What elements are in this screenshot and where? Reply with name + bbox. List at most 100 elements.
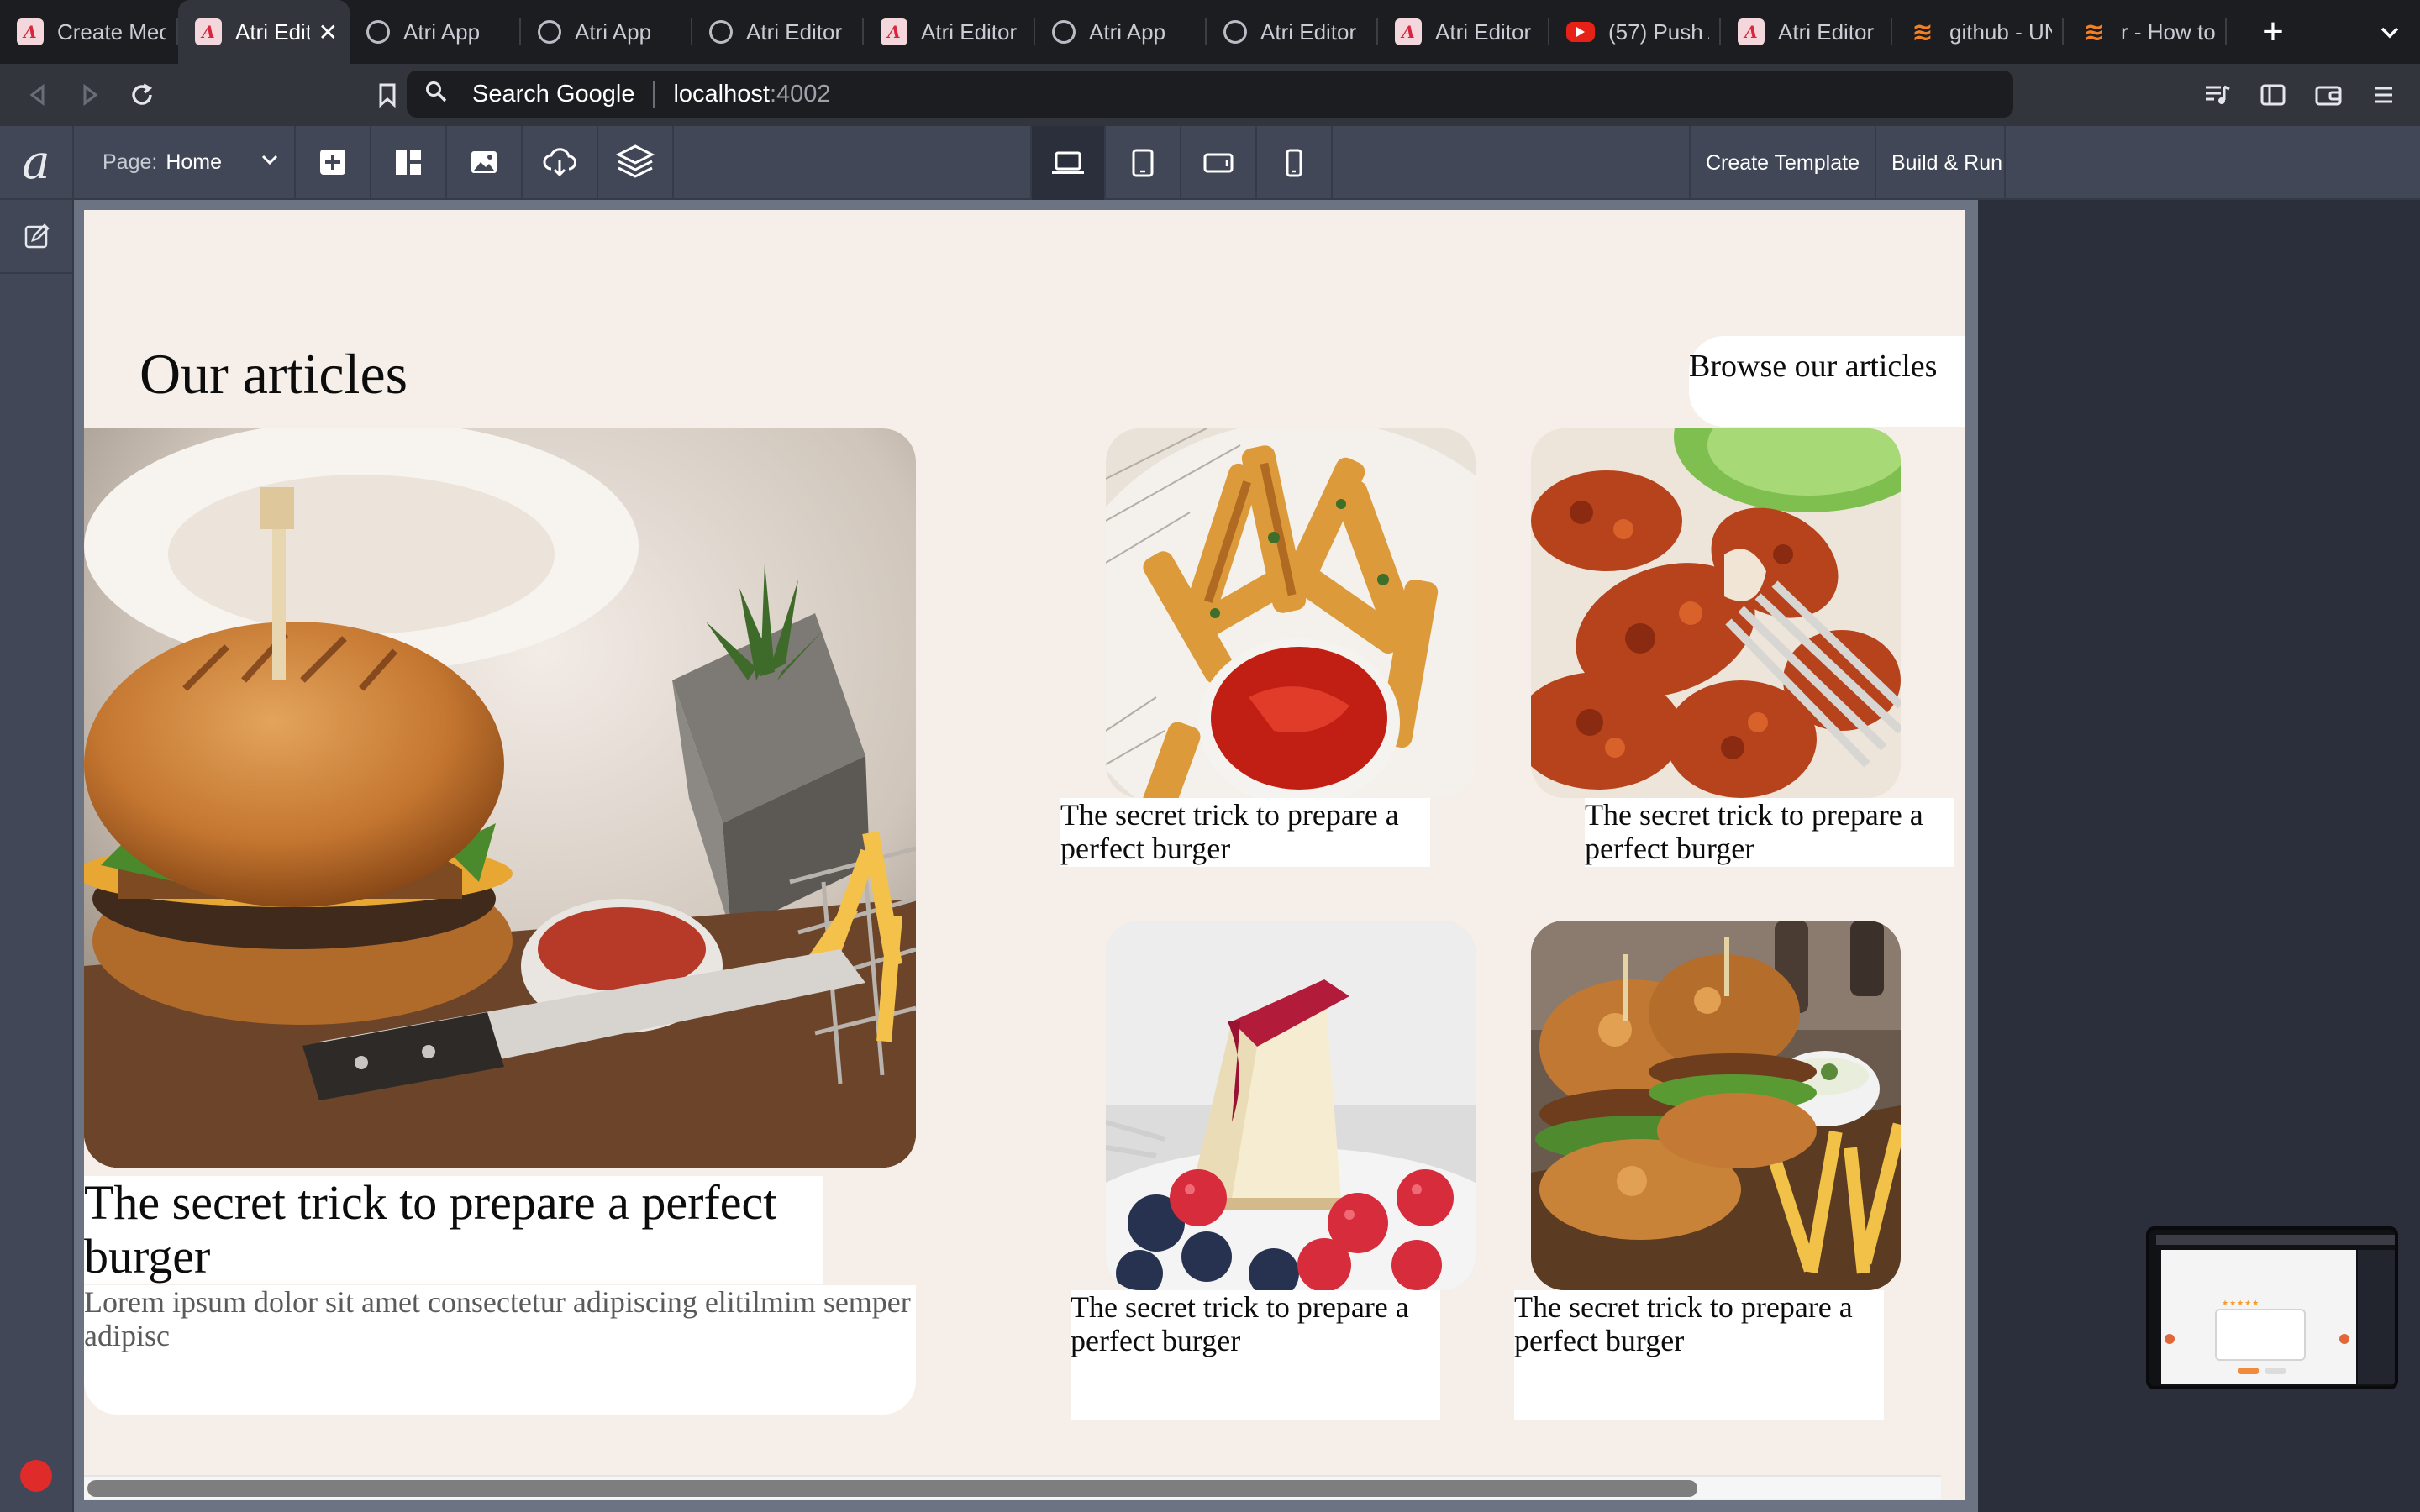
globe-favicon-icon: [538, 20, 561, 44]
tab-label: Atri Editor: [746, 18, 843, 45]
browser-tab[interactable]: A Atri Editor: [1378, 0, 1549, 64]
create-template-button[interactable]: Create Template: [1689, 126, 1875, 200]
tab-label: Atri App: [575, 18, 652, 45]
mobile-view-button[interactable]: [1257, 126, 1333, 200]
article-card-image[interactable]: [1531, 921, 1901, 1290]
chevron-down-icon: [260, 150, 279, 174]
back-icon[interactable]: [12, 64, 64, 126]
horizontal-scrollbar-thumb[interactable]: [87, 1480, 1697, 1497]
browser-tab-strip: A Create Med A Atri Edit ✕ Atri App Atri…: [0, 0, 2420, 64]
browser-tab[interactable]: Atri App: [521, 0, 692, 64]
url-port: :4002: [769, 80, 831, 108]
omnibox[interactable]: Search Google localhost:4002: [407, 71, 2013, 118]
add-icon: [320, 150, 345, 175]
browser-tab[interactable]: Atri Editor: [692, 0, 864, 64]
left-rail: [0, 200, 74, 1512]
globe-favicon-icon: [709, 20, 733, 44]
article-card-image[interactable]: [1106, 921, 1476, 1290]
article-card-image[interactable]: [1531, 428, 1901, 798]
article-card-caption[interactable]: The secret trick to prepare a perfect bu…: [1585, 798, 1954, 867]
featured-article-image[interactable]: [84, 428, 916, 1168]
forward-icon[interactable]: [64, 64, 116, 126]
edit-properties-button[interactable]: [0, 200, 74, 274]
tablet-view-button[interactable]: [1106, 126, 1181, 200]
horizontal-scrollbar[interactable]: [84, 1475, 1941, 1499]
featured-article-title[interactable]: The secret trick to prepare a perfect bu…: [84, 1176, 823, 1284]
editor-toolbar: a Page: Home Create Template Build & Run: [0, 126, 2420, 200]
device-preview-group: [1030, 126, 1333, 200]
search-engine-label: Search Google: [472, 80, 635, 108]
page-selector-value: Home: [166, 150, 223, 174]
image-icon: [471, 151, 497, 173]
canvas-frame: Our articles Browse our articles The sec…: [74, 200, 1978, 1512]
tab-label: Atri App: [403, 18, 481, 45]
assets-button[interactable]: [447, 126, 523, 198]
add-component-button[interactable]: [296, 126, 371, 198]
new-tab-button[interactable]: +: [2244, 0, 2302, 64]
tab-label: Atri Edit: [235, 18, 310, 45]
browse-articles-link[interactable]: Browse our articles: [1689, 336, 1965, 427]
tablet-landscape-view-button[interactable]: [1181, 126, 1257, 200]
article-card-caption[interactable]: The secret trick to prepare a perfect bu…: [1060, 798, 1430, 867]
browser-address-bar: Search Google localhost:4002: [0, 64, 2420, 126]
cloud-download-icon: [543, 148, 576, 177]
stackoverflow-favicon-icon: ≋: [2083, 18, 2105, 46]
menu-icon[interactable]: [2356, 64, 2412, 126]
build-run-button[interactable]: Build & Run: [1874, 126, 2007, 200]
layers-button[interactable]: [598, 126, 674, 198]
recording-indicator-icon: [20, 1460, 52, 1492]
search-icon: [407, 81, 466, 108]
browser-tab[interactable]: Atri App: [350, 0, 521, 64]
layout-button[interactable]: [371, 126, 447, 198]
article-card-caption[interactable]: The secret trick to prepare a perfect bu…: [1071, 1290, 1440, 1420]
browser-tab[interactable]: A Atri Editor: [864, 0, 1035, 64]
article-card-image[interactable]: [1106, 428, 1476, 798]
section-heading[interactable]: Our articles: [139, 341, 408, 407]
tab-label: Create Med: [57, 18, 166, 45]
bookmark-icon[interactable]: [361, 64, 413, 126]
browser-tab-active[interactable]: A Atri Edit ✕: [178, 0, 350, 64]
picture-in-picture-preview[interactable]: ★★★★★: [2146, 1226, 2398, 1389]
browser-tab[interactable]: ≋ github - UN: [1892, 0, 2064, 64]
tab-label: Atri Editor: [1260, 18, 1357, 45]
tablet-landscape-icon: [1203, 153, 1234, 173]
sidebar-icon[interactable]: [2245, 64, 2301, 126]
editor-canvas-area: Our articles Browse our articles The sec…: [74, 200, 2420, 1512]
tab-label: github - UN: [1949, 18, 2052, 45]
edit-icon: [24, 223, 50, 249]
page-selector-label: Page:: [103, 150, 158, 174]
desktop-view-button[interactable]: [1030, 126, 1106, 200]
page-preview[interactable]: Our articles Browse our articles The sec…: [84, 210, 1965, 1500]
mobile-icon: [1286, 149, 1302, 177]
browser-tab[interactable]: Atri Editor: [1207, 0, 1378, 64]
article-card-caption[interactable]: The secret trick to prepare a perfect bu…: [1514, 1290, 1884, 1420]
tablet-icon: [1132, 149, 1154, 177]
browser-tab[interactable]: ≋ r - How to f: [2064, 0, 2227, 64]
layers-icon: [616, 144, 655, 178]
stackoverflow-favicon-icon: ≋: [1912, 18, 1933, 46]
youtube-favicon-icon: [1566, 22, 1595, 42]
browser-tab[interactable]: A Create Med: [0, 0, 178, 64]
layout-icon: [396, 150, 421, 175]
featured-article-description[interactable]: Lorem ipsum dolor sit amet consectetur a…: [84, 1285, 916, 1415]
browser-tab[interactable]: A Atri Editor: [1721, 0, 1892, 64]
tab-label: r - How to f: [2121, 18, 2215, 45]
atri-favicon-icon: A: [195, 18, 222, 45]
atri-logo[interactable]: a: [0, 126, 74, 198]
globe-favicon-icon: [1223, 20, 1247, 44]
globe-favicon-icon: [1052, 20, 1076, 44]
media-queue-icon[interactable]: [2190, 64, 2245, 126]
wallet-icon[interactable]: [2301, 64, 2356, 126]
page-selector[interactable]: Page: Home: [74, 126, 296, 198]
cloud-download-button[interactable]: [523, 126, 598, 198]
atri-favicon-icon: A: [17, 18, 44, 45]
star-rating-icon: ★★★★★: [2222, 1299, 2260, 1307]
tab-search-chevron-icon[interactable]: [2378, 0, 2402, 64]
tab-label: (57) Push A: [1608, 18, 1709, 45]
browser-tab[interactable]: Atri App: [1035, 0, 1207, 64]
reload-icon[interactable]: [116, 64, 168, 126]
close-tab-icon[interactable]: ✕: [318, 18, 338, 46]
browser-tab[interactable]: (57) Push A: [1549, 0, 1721, 64]
atri-favicon-icon: A: [1738, 18, 1765, 45]
atri-favicon-icon: A: [881, 18, 908, 45]
